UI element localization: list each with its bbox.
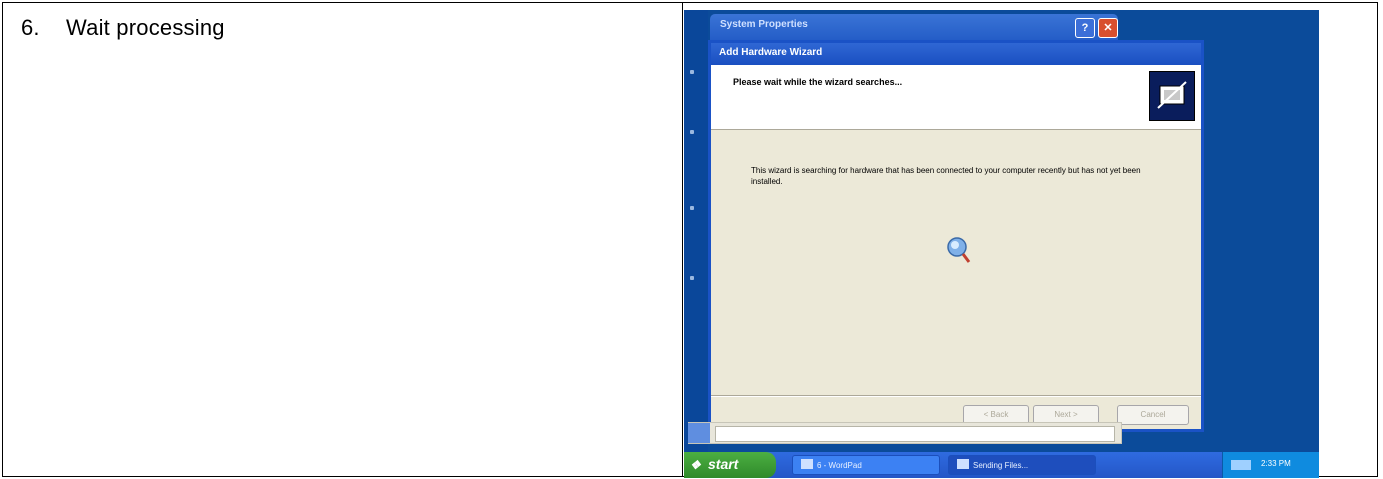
- step-number: 6.: [21, 15, 40, 40]
- wordpad-icon: [801, 459, 813, 469]
- desktop-mark: [690, 276, 694, 280]
- taskbar-item-wordpad[interactable]: 6 - WordPad: [792, 455, 940, 475]
- wizard-description: This wizard is searching for hardware th…: [751, 166, 1141, 186]
- cancel-button[interactable]: Cancel: [1117, 405, 1189, 425]
- screenshot-image: System Properties ? ✕ Add Hardware Wizar…: [684, 10, 1319, 478]
- searching-icon: [945, 235, 971, 270]
- tray-clock: 2:33 PM: [1261, 459, 1291, 468]
- system-properties-title: System Properties: [720, 19, 808, 30]
- system-properties-titlebar: System Properties ? ✕: [710, 14, 1118, 40]
- system-tray: 2:33 PM: [1222, 452, 1319, 478]
- start-label: start: [708, 456, 739, 472]
- desktop-mark: [690, 206, 694, 210]
- desktop-mark: [690, 70, 694, 74]
- windows-flag-icon: ❖: [690, 458, 701, 472]
- tray-icons[interactable]: [1231, 460, 1251, 470]
- taskbar-item-label: 6 - WordPad: [817, 461, 862, 470]
- add-hardware-wizard: Add Hardware Wizard Please wait while th…: [708, 40, 1204, 432]
- background-textbox[interactable]: [715, 426, 1115, 442]
- wizard-header: Please wait while the wizard searches...: [711, 65, 1201, 130]
- button-separator: [711, 395, 1201, 397]
- background-window-field: [688, 422, 1122, 444]
- start-button[interactable]: ❖ start: [684, 452, 776, 478]
- files-icon: [957, 459, 969, 469]
- cell-divider: [682, 3, 683, 476]
- wizard-title: Add Hardware Wizard: [719, 47, 823, 58]
- step-instruction: 6. Wait processing: [21, 15, 225, 41]
- taskbar: ❖ start 6 - WordPad Sending Files... 2:3…: [684, 452, 1319, 478]
- step-label: Wait processing: [66, 15, 225, 40]
- background-window-icon: [688, 423, 710, 443]
- wizard-titlebar: Add Hardware Wizard: [711, 43, 1201, 65]
- taskbar-item-sending-files[interactable]: Sending Files...: [948, 455, 1096, 475]
- close-button[interactable]: ✕: [1098, 18, 1118, 38]
- help-button[interactable]: ?: [1075, 18, 1095, 38]
- desktop-mark: [690, 130, 694, 134]
- hardware-icon: [1149, 71, 1195, 121]
- taskbar-item-label: Sending Files...: [973, 461, 1029, 470]
- wizard-heading: Please wait while the wizard searches...: [733, 77, 903, 87]
- desktop-left-strip: [684, 10, 708, 478]
